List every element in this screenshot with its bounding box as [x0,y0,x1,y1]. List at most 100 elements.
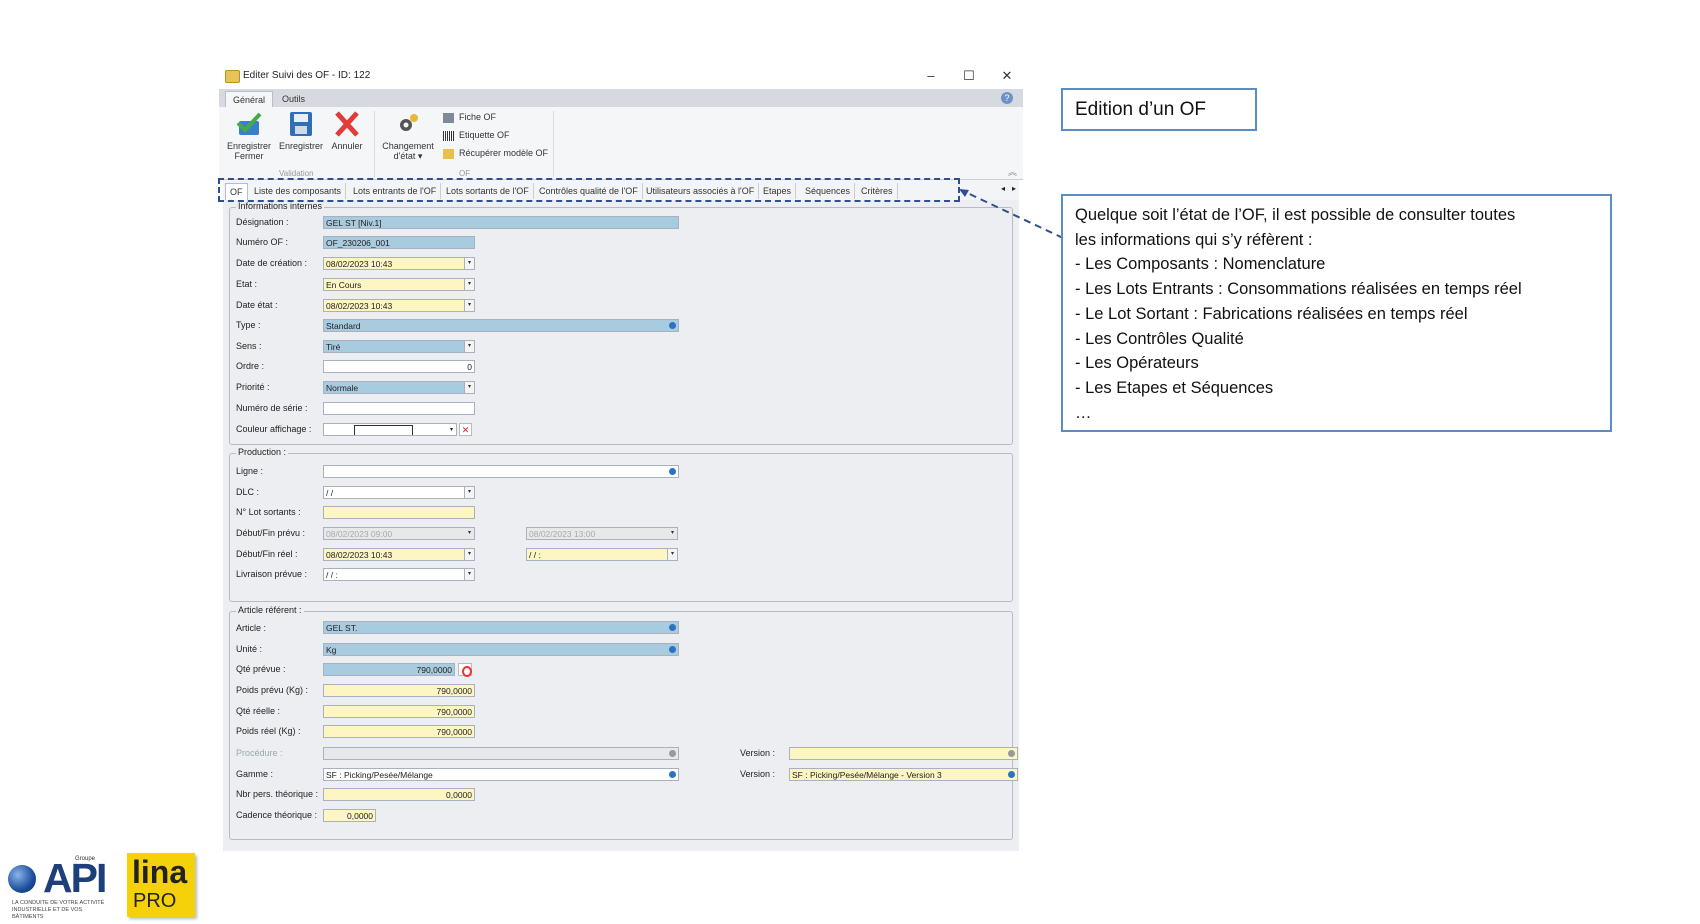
minimize-button[interactable]: – [921,67,941,85]
procedure-field[interactable] [323,747,679,760]
annotation-title: Edition d’un OF [1061,88,1257,131]
cancel-button[interactable]: Annuler [323,111,371,151]
clear-color-icon[interactable]: ✕ [459,423,472,436]
version-label: Version : [740,748,776,758]
fin-reel-field[interactable]: / / : ▾ [526,548,678,561]
chevron-down-icon[interactable]: ▾ [668,528,677,539]
poids-prevu-field[interactable]: 790,0000 [323,684,475,697]
date-creation-value: 08/02/2023 10:43 [326,259,393,269]
pro-logo-text: PRO [133,890,177,912]
numero-of-field[interactable]: OF_230206_001 [323,236,475,249]
article-field[interactable]: GEL ST. [323,621,679,634]
chevron-down-icon[interactable]: ▾ [464,382,474,393]
designation-field[interactable]: GEL ST [Niv.1] [323,216,679,229]
tab-general[interactable]: Général [225,91,274,108]
chevron-down-icon[interactable]: ▾ [450,424,453,435]
annotation-line: - Les Lots Entrants : Consommations réal… [1075,280,1522,299]
fiche-of-button[interactable]: Fiche OF [443,109,496,125]
gamme-field[interactable]: SF : Picking/Pesée/Mélange [323,768,679,781]
qte-reelle-field[interactable]: 790,0000 [323,705,475,718]
etiquette-of-button[interactable]: Etiquette OF [443,127,510,143]
fin-prevu-field[interactable]: 08/02/2023 13:00 ▾ [526,527,678,540]
gear-icon [394,111,422,137]
chevron-down-icon[interactable]: ▾ [464,279,474,290]
annotation-line: - Les Composants : Nomenclature [1075,255,1326,274]
ordre-field[interactable]: 0 [323,360,475,373]
poids-reel-field[interactable]: 790,0000 [323,725,475,738]
calculator-icon[interactable] [458,663,472,677]
version-field-2[interactable]: SF : Picking/Pesée/Mélange - Version 3 [789,768,1018,781]
qte-prevue-field[interactable]: 790,0000 [323,663,455,676]
numero-serie-label: Numéro de série : [236,403,308,413]
chevron-down-icon[interactable]: ▾ [465,528,474,539]
cancel-label: Annuler [331,141,363,151]
couleur-picker[interactable]: ▾ [323,423,457,436]
chevron-down-icon[interactable]: ▾ [464,569,474,580]
group-title: Informations internes [236,201,325,211]
change-state-label-2: d'état ▾ [393,151,423,161]
chevron-down-icon[interactable]: ▾ [464,487,474,498]
version-field-1[interactable] [789,747,1018,760]
debut-reel-field[interactable]: 08/02/2023 10:43 ▾ [323,548,475,561]
debut-fin-reel-label: Début/Fin réel : [236,549,298,559]
cadence-field[interactable]: 0,0000 [323,809,376,822]
date-creation-field[interactable]: 08/02/2023 10:43 ▾ [323,257,475,270]
group-title: Article référent : [236,605,304,615]
type-field[interactable]: Standard [323,319,679,332]
livraison-label: Livraison prévue : [236,569,308,579]
lookup-icon[interactable] [669,771,676,778]
chevron-down-icon[interactable]: ▾ [667,549,677,560]
chevron-down-icon[interactable]: ▾ [464,341,474,352]
recuperer-modele-button[interactable]: Récupérer modèle OF [443,145,548,161]
change-state-button[interactable]: Changement d'état ▾ [381,111,435,161]
priorite-field[interactable]: Normale ▾ [323,381,475,394]
debut-prevu-value: 08/02/2023 09:00 [326,529,393,539]
version-label: Version : [740,769,776,779]
lookup-icon[interactable] [1008,750,1015,757]
ligne-field[interactable] [323,465,679,478]
article-value: GEL ST. [326,623,358,633]
lookup-icon[interactable] [669,750,676,757]
ribbon: Enregistrer Fermer Enregistrer Annuler C… [219,107,1023,180]
maximize-button[interactable]: ☐ [959,67,979,85]
dlc-field[interactable]: / / ▾ [323,486,475,499]
lookup-icon[interactable] [669,646,676,653]
dlc-label: DLC : [236,487,260,497]
version-value-2: SF : Picking/Pesée/Mélange - Version 3 [792,770,942,780]
unite-value: Kg [326,645,337,655]
of-form: Informations internes Désignation : GEL … [223,200,1019,851]
save-close-label-1: Enregistrer [226,141,271,151]
document-icon [443,112,454,123]
numero-serie-field[interactable] [323,402,475,415]
date-etat-field[interactable]: 08/02/2023 10:43 ▾ [323,299,475,312]
sens-field[interactable]: Tiré ▾ [323,340,475,353]
lina-logo-text: lina [132,854,188,890]
chevron-down-icon[interactable]: ▾ [464,300,474,311]
unite-label: Unité : [236,644,263,654]
help-icon[interactable]: ? [1001,92,1013,104]
lookup-icon[interactable] [669,624,676,631]
debut-prevu-field[interactable]: 08/02/2023 09:00 ▾ [323,527,475,540]
nbr-pers-field[interactable]: 0,0000 [323,788,475,801]
tab-outils[interactable]: Outils [275,91,312,107]
unite-field[interactable]: Kg [323,643,679,656]
lookup-icon[interactable] [1008,771,1015,778]
designation-label: Désignation : [236,217,289,227]
chevron-down-icon[interactable]: ▾ [464,549,474,560]
save-button[interactable]: Enregistrer [277,111,325,151]
lookup-icon[interactable] [669,468,676,475]
chevron-down-icon[interactable]: ▾ [464,258,474,269]
livraison-value: / / : [326,570,338,580]
collapse-ribbon-icon[interactable]: ︽ [1008,165,1017,178]
lot-sortants-field[interactable] [323,506,475,519]
save-close-button[interactable]: Enregistrer Fermer [225,111,273,161]
tabs-highlight-box [218,178,960,202]
etat-field[interactable]: En Cours ▾ [323,278,475,291]
group-production: Production : Ligne : DLC : / / ▾ N° Lot s… [229,447,1013,602]
livraison-field[interactable]: / / : ▾ [323,568,475,581]
poids-reel-label: Poids réel (Kg) : [236,726,301,736]
close-button[interactable]: ✕ [997,67,1017,85]
lookup-icon[interactable] [669,322,676,329]
callout-connector [959,189,1064,239]
save-close-label-2: Fermer [234,151,264,161]
